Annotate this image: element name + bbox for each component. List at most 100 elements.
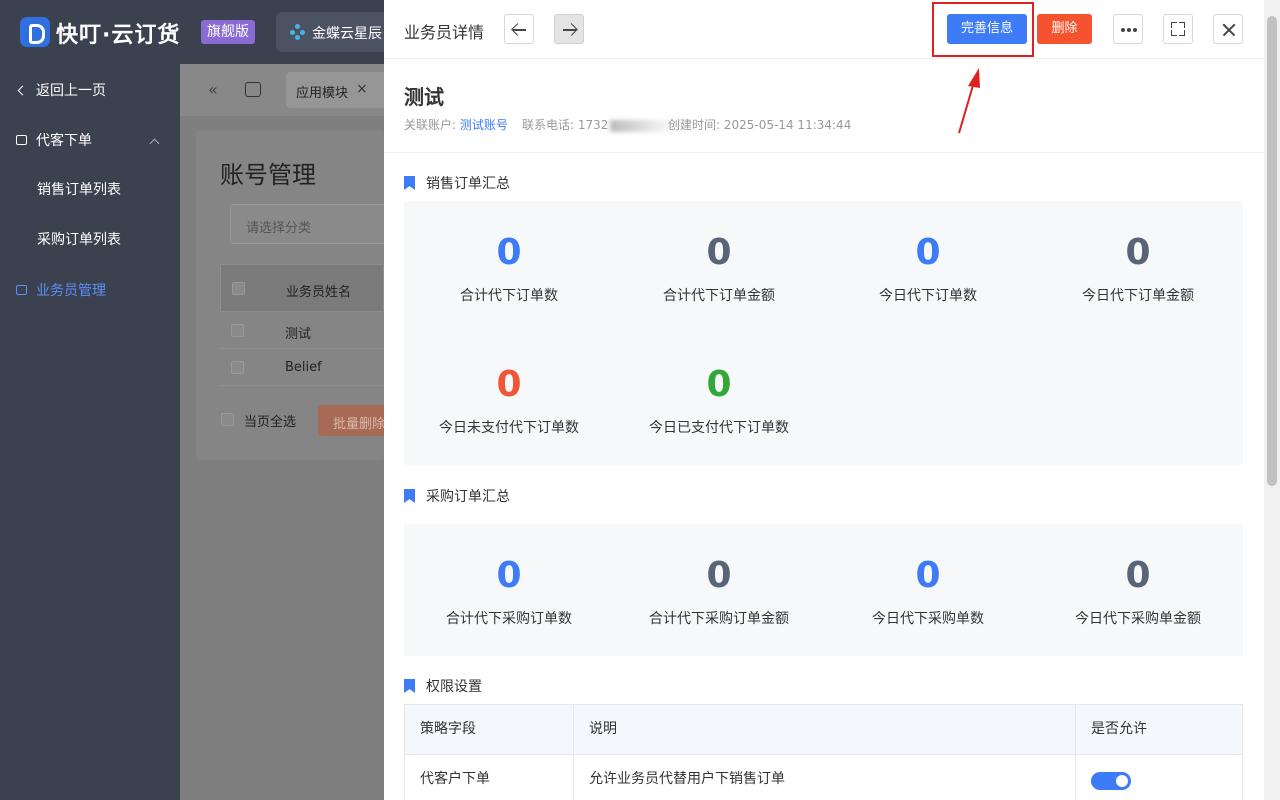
table-row[interactable]: Belief — [220, 349, 384, 386]
row-checkbox[interactable] — [231, 361, 244, 374]
more-icon — [1121, 28, 1137, 32]
more-button[interactable] — [1113, 14, 1143, 44]
sidebar-item-purchase-orders[interactable]: 采购订单列表 — [37, 229, 121, 249]
stat-value: 0 — [915, 232, 941, 273]
stat-label: 今日代下订单金额 — [1082, 288, 1194, 304]
purchase-summary-panel: 0 合计代下采购订单数 0 合计代下采购订单金额 0 今日代下采购单数 0 今日… — [404, 524, 1243, 656]
sidebar-item-label: 业务员管理 — [36, 283, 106, 299]
page-title: 账号管理 — [220, 161, 316, 189]
stat-value: 0 — [1125, 555, 1151, 596]
stat-label: 合计代下采购订单数 — [446, 611, 572, 627]
stat-total-purchase-amount: 0 合计代下采购订单金额 — [614, 556, 824, 628]
table-row[interactable]: 测试 — [220, 312, 384, 349]
tab-label: 应用模块 — [296, 86, 349, 101]
double-chevron-left-icon[interactable]: « — [208, 80, 218, 99]
complete-info-button[interactable]: 完善信息 — [947, 14, 1027, 44]
batch-delete-label: 批量删除 — [333, 417, 386, 432]
sidebar-item-salesperson[interactable]: 业务员管理 — [16, 280, 106, 300]
stat-value: 0 — [496, 232, 522, 273]
stat-label: 今日代下订单数 — [879, 288, 977, 304]
sidebar-back-label: 返回上一页 — [36, 83, 106, 99]
permissions-table: 策略字段 说明 是否允许 代客户下单 允许业务员代替用户下销售订单 — [404, 704, 1243, 800]
phone-value: 1732 — [577, 118, 609, 132]
stat-total-amount: 0 合计代下订单金额 — [614, 233, 824, 305]
home-icon[interactable] — [245, 82, 261, 97]
integration-tab-label: 金蝶云星辰 — [312, 26, 382, 42]
permission-field: 代客户下单 — [420, 771, 490, 787]
arrow-right-icon — [563, 29, 576, 31]
stat-today-purchase-orders: 0 今日代下采购单数 — [823, 556, 1033, 628]
column-header-name: 业务员姓名 — [286, 285, 352, 300]
integration-tab[interactable]: 金蝶云星辰 — [276, 12, 396, 52]
stat-today-unpaid: 0 今日未支付代下订单数 — [404, 365, 614, 437]
created-value: 2025-05-14 11:34:44 — [723, 118, 852, 132]
stat-value: 0 — [706, 364, 732, 405]
sidebar-item-label: 采购订单列表 — [37, 232, 121, 248]
salesperson-detail-drawer: 业务员详情 完善信息 删除 测试 关联账户: 测试账号 联系电话: 1732 创… — [384, 0, 1280, 800]
drawer-title: 业务员详情 — [404, 23, 485, 42]
scrollbar-thumb[interactable] — [1267, 16, 1277, 486]
salesperson-name: 测试 — [404, 85, 444, 109]
chevron-left-icon — [16, 85, 30, 95]
stat-label: 合计代下订单金额 — [663, 288, 775, 304]
column-header: 策略字段 — [420, 721, 476, 737]
stat-value: 0 — [706, 232, 732, 273]
kingdee-logo-icon — [290, 24, 306, 40]
stat-value: 0 — [1125, 232, 1151, 273]
salesperson-icon — [16, 285, 30, 295]
sidebar-group-order[interactable]: 代客下单 — [16, 130, 92, 150]
permission-toggle[interactable] — [1091, 772, 1131, 790]
sidebar-item-sales-orders[interactable]: 销售订单列表 — [37, 179, 121, 199]
stat-value: 0 — [496, 364, 522, 405]
stat-total-orders: 0 合计代下订单数 — [404, 233, 614, 305]
fullscreen-button[interactable] — [1163, 14, 1193, 44]
account-link[interactable]: 测试账号 — [460, 118, 508, 132]
drawer-header: 业务员详情 完善信息 删除 — [384, 0, 1264, 59]
order-icon — [16, 135, 30, 145]
created-label: 创建时间: — [668, 118, 721, 132]
row-checkbox[interactable] — [231, 324, 244, 337]
sidebar-back[interactable]: 返回上一页 — [16, 80, 106, 100]
purchase-summary-heading: 采购订单汇总 — [404, 486, 510, 506]
account-meta: 关联账户: 测试账号 — [404, 116, 508, 133]
stat-value: 0 — [496, 555, 522, 596]
category-placeholder: 请选择分类 — [246, 221, 312, 236]
sidebar-group-label: 代客下单 — [36, 133, 92, 149]
tab-app-module[interactable]: 应用模块 × — [286, 72, 396, 108]
table-row: 代客户下单 允许业务员代替用户下销售订单 — [405, 755, 1242, 800]
sidebar-item-label: 销售订单列表 — [37, 182, 121, 198]
batch-delete-button[interactable]: 批量删除 — [318, 405, 388, 436]
row-name: Belief — [285, 360, 322, 375]
table-header: 业务员姓名 — [220, 264, 384, 312]
bookmark-icon — [404, 679, 415, 693]
page-select-all-checkbox[interactable] — [221, 413, 234, 426]
sales-summary-heading: 销售订单汇总 — [404, 173, 510, 193]
delete-button[interactable]: 删除 — [1037, 14, 1092, 44]
stat-label: 今日代下采购单数 — [872, 611, 984, 627]
stat-label: 今日已支付代下订单数 — [649, 420, 789, 436]
table-header-row: 策略字段 说明 是否允许 — [405, 705, 1242, 755]
stat-label: 合计代下采购订单金额 — [649, 611, 789, 627]
row-name: 测试 — [285, 327, 312, 342]
page-select-all-label: 当页全选 — [244, 415, 297, 430]
bookmark-icon — [404, 489, 415, 503]
stat-today-orders: 0 今日代下订单数 — [823, 233, 1033, 305]
select-all-checkbox[interactable] — [232, 282, 245, 295]
category-select[interactable]: 请选择分类 — [230, 204, 390, 244]
arrow-left-icon — [513, 29, 526, 31]
chevron-up-icon — [149, 138, 160, 149]
stat-today-amount: 0 今日代下订单金额 — [1033, 233, 1243, 305]
close-icon[interactable]: × — [356, 81, 368, 97]
app-logo-icon — [20, 17, 50, 47]
permissions-heading: 权限设置 — [404, 676, 482, 696]
close-button[interactable] — [1213, 14, 1243, 44]
previous-button[interactable] — [504, 14, 534, 44]
section-title: 采购订单汇总 — [426, 489, 510, 505]
stat-today-purchase-amount: 0 今日代下采购单金额 — [1033, 556, 1243, 628]
next-button[interactable] — [554, 14, 584, 44]
permission-description: 允许业务员代替用户下销售订单 — [573, 755, 1075, 800]
stat-label: 今日未支付代下订单数 — [439, 420, 579, 436]
app-brand: 快叮·云订货 — [56, 23, 181, 48]
section-title: 权限设置 — [426, 679, 482, 695]
created-meta: 创建时间: 2025-05-14 11:34:44 — [668, 116, 851, 133]
